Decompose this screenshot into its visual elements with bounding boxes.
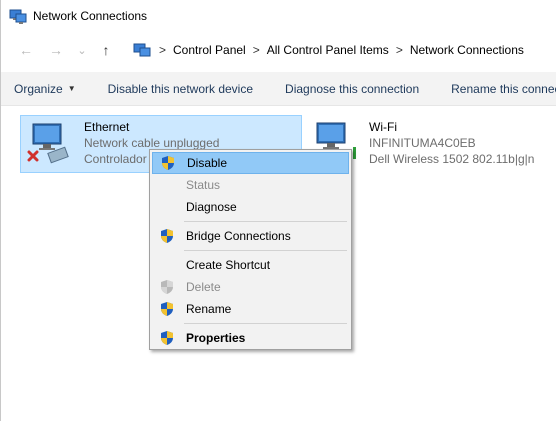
menu-separator [184, 323, 347, 324]
back-arrow-icon[interactable]: ← [15, 38, 37, 62]
network-connections-icon [9, 8, 27, 24]
organize-button[interactable]: Organize ▼ [1, 72, 88, 105]
menu-item-label: Rename [186, 302, 232, 316]
connection-network-name: INFINITUMA4C0EB [369, 136, 476, 150]
wifi-details: Wi-Fi INFINITUMA4C0EB Dell Wireless 1502… [369, 119, 534, 167]
breadcrumb-separator: > [395, 43, 403, 57]
breadcrumb-separator: > [252, 43, 260, 57]
forward-arrow-icon[interactable]: → [45, 38, 67, 62]
menu-separator [184, 221, 347, 222]
menu-item-rename[interactable]: Rename [152, 298, 349, 320]
up-arrow-icon[interactable]: ↑ [95, 38, 117, 62]
uac-shield-icon [153, 153, 183, 173]
organize-label: Organize [14, 81, 63, 96]
address-bar[interactable]: > Control Panel > All Control Panel Item… [127, 38, 556, 62]
menu-item-label: Bridge Connections [186, 229, 291, 243]
menu-item-label: Create Shortcut [186, 258, 271, 272]
menu-item-label: Properties [186, 331, 246, 345]
uac-shield-icon [152, 328, 182, 348]
recent-locations-chevron-icon[interactable]: ⌄ [71, 38, 93, 62]
ethernet-adapter-icon [27, 122, 73, 166]
menu-item-label: Status [186, 178, 221, 192]
title-bar: Network Connections [1, 0, 556, 32]
breadcrumb-all-control-panel-items[interactable]: All Control Panel Items [267, 43, 389, 57]
menu-item-bridge-connections[interactable]: Bridge Connections [152, 225, 349, 247]
control-panel-icon [133, 42, 151, 58]
menu-item-create-shortcut[interactable]: Create Shortcut [152, 254, 349, 276]
breadcrumb-network-connections[interactable]: Network Connections [410, 43, 524, 57]
menu-item-delete[interactable]: Delete [152, 276, 349, 298]
menu-item-status[interactable]: Status [152, 174, 349, 196]
menu-item-diagnose[interactable]: Diagnose [152, 196, 349, 218]
uac-shield-icon [152, 299, 182, 319]
menu-item-label: Diagnose [186, 200, 237, 214]
connection-name: Wi-Fi [369, 120, 397, 134]
network-connections-window: Network Connections ← → ⌄ ↑ > Control Pa… [0, 0, 556, 421]
disable-device-button[interactable]: Disable this network device [88, 72, 265, 105]
breadcrumb-separator: > [159, 43, 167, 57]
navigation-row: ← → ⌄ ↑ > Control Panel > All Control Pa… [1, 34, 556, 66]
breadcrumb-control-panel[interactable]: Control Panel [173, 43, 246, 57]
menu-item-label: Delete [186, 280, 221, 294]
rename-connection-button[interactable]: Rename this connection [431, 72, 556, 105]
uac-shield-icon [152, 226, 182, 246]
uac-shield-icon-disabled [152, 277, 182, 297]
window-title: Network Connections [33, 9, 148, 23]
diagnose-connection-button[interactable]: Diagnose this connection [265, 72, 431, 105]
dropdown-caret-icon: ▼ [67, 84, 76, 93]
connection-adapter: Dell Wireless 1502 802.11b|g|n [369, 152, 535, 166]
context-menu: Disable Status Diagnose Bridge Connectio… [149, 149, 352, 350]
command-bar: Organize ▼ Disable this network device D… [1, 72, 556, 106]
menu-item-disable[interactable]: Disable [152, 152, 349, 174]
menu-item-label: Disable [187, 156, 228, 170]
menu-separator [184, 250, 347, 251]
menu-item-properties[interactable]: Properties [152, 327, 349, 349]
connection-name: Ethernet [84, 120, 130, 134]
